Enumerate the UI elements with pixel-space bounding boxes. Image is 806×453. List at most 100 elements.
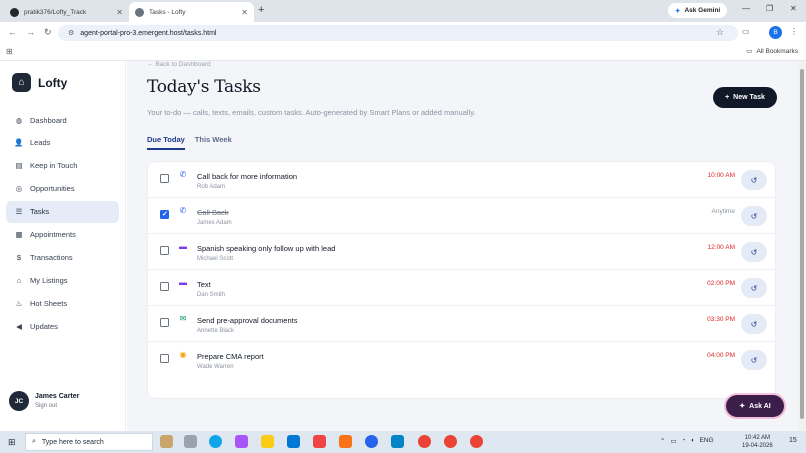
brand-logo[interactable]: ⌂ Lofty bbox=[12, 73, 67, 92]
sidebar-item-updates[interactable]: ◀ Updates bbox=[6, 315, 119, 337]
task-title[interactable]: Send pre-approval documents bbox=[197, 316, 297, 325]
sidebar-item-label: My Listings bbox=[30, 275, 68, 285]
sign-out-link[interactable]: Sign out bbox=[35, 403, 79, 409]
chat-icon: ▬ bbox=[179, 242, 187, 251]
search-icon: ⌕ bbox=[32, 438, 36, 445]
chevron-up-icon[interactable]: ⌃ bbox=[660, 437, 665, 445]
new-tab-icon[interactable]: + bbox=[258, 4, 264, 16]
sidebar-item-leads[interactable]: 👤 Leads bbox=[6, 132, 119, 154]
windows-start-icon[interactable]: ⊞ bbox=[8, 437, 16, 448]
snooze-icon[interactable]: ↺ bbox=[741, 206, 767, 226]
battery-icon[interactable]: ▭ bbox=[670, 437, 676, 445]
chat-icon: ▬ bbox=[179, 278, 187, 287]
task-title[interactable]: Spanish speaking only follow up with lea… bbox=[197, 244, 335, 253]
all-bookmarks-button[interactable]: ▭ All Bookmarks bbox=[746, 47, 798, 56]
snooze-icon[interactable]: ↺ bbox=[741, 350, 767, 370]
task-checkbox[interactable] bbox=[160, 282, 169, 291]
notification-badge[interactable]: 15 bbox=[789, 437, 797, 444]
new-task-button[interactable]: + New Task bbox=[713, 87, 777, 108]
page-scrollbar[interactable] bbox=[798, 61, 806, 431]
forward-icon[interactable]: → bbox=[26, 27, 35, 37]
language-indicator[interactable]: ENG bbox=[699, 437, 713, 445]
sidebar-item-transactions[interactable]: $ Transactions bbox=[6, 246, 119, 268]
menu-icon[interactable]: ⋮ bbox=[790, 27, 798, 36]
chrome-icon[interactable] bbox=[444, 435, 457, 448]
snooze-icon[interactable]: ↺ bbox=[741, 170, 767, 190]
bookmark-star-icon[interactable]: ☆ bbox=[716, 27, 724, 38]
back-to-dashboard-link[interactable]: ← Back to Dashboard bbox=[147, 61, 211, 68]
restore-icon[interactable]: ❐ bbox=[766, 4, 773, 13]
sidebar-item-appointments[interactable]: ▦ Appointments bbox=[6, 223, 119, 245]
brave-icon[interactable] bbox=[339, 435, 352, 448]
sidebar-item-tasks[interactable]: ☰ Tasks bbox=[6, 200, 119, 223]
file-explorer-icon[interactable] bbox=[261, 435, 274, 448]
task-title[interactable]: Text bbox=[197, 280, 211, 289]
minimize-icon[interactable]: — bbox=[742, 4, 750, 13]
avatar[interactable]: JC bbox=[9, 391, 29, 411]
back-icon[interactable]: ← bbox=[8, 27, 17, 37]
task-contact[interactable]: Annette Black bbox=[197, 328, 234, 334]
ask-gemini-button[interactable]: ✦ Ask Gemini bbox=[668, 3, 728, 18]
task-contact[interactable]: Wade Warren bbox=[197, 364, 234, 370]
phone-icon: ✆ bbox=[179, 206, 187, 215]
tab-due-today[interactable]: Due Today bbox=[147, 135, 185, 150]
zoom-icon[interactable] bbox=[365, 435, 378, 448]
sidebar-item-keep-in-touch[interactable]: ▤ Keep in Touch bbox=[6, 155, 119, 177]
sidebar-item-label: Updates bbox=[30, 321, 58, 331]
profile-avatar[interactable]: B bbox=[769, 26, 782, 39]
task-checkbox[interactable] bbox=[160, 210, 169, 219]
task-title[interactable]: Prepare CMA report bbox=[197, 352, 264, 361]
apps-grid-icon[interactable]: ⊞ bbox=[6, 47, 13, 56]
volume-icon[interactable]: ◖ bbox=[691, 437, 695, 445]
task-contact[interactable]: James Adam bbox=[197, 220, 232, 226]
books-widget-icon[interactable] bbox=[160, 435, 173, 448]
task-title[interactable]: Call Back bbox=[197, 208, 229, 217]
snooze-icon[interactable]: ↺ bbox=[741, 278, 767, 298]
tab-this-week[interactable]: This Week bbox=[195, 135, 232, 150]
vscode-icon[interactable] bbox=[391, 435, 404, 448]
scrollbar-thumb[interactable] bbox=[800, 69, 804, 419]
task-tabs: Due Today This Week bbox=[147, 135, 232, 150]
task-checkbox[interactable] bbox=[160, 174, 169, 183]
task-contact[interactable]: Michael Scott bbox=[197, 256, 233, 262]
task-due-time: 12:00 AM bbox=[707, 244, 735, 251]
browser-tab-github[interactable]: pratik376/Lofty_Track ✕ bbox=[4, 2, 129, 22]
task-checkbox[interactable] bbox=[160, 354, 169, 363]
close-tab-icon[interactable]: ✕ bbox=[116, 8, 123, 17]
window-close-icon[interactable]: ✕ bbox=[790, 4, 797, 13]
copilot-icon[interactable] bbox=[235, 435, 248, 448]
taskbar-clock[interactable]: 10:42 AM 19-04-2026 bbox=[742, 434, 773, 450]
sidebar-item-dashboard[interactable]: ◍ Dashboard bbox=[6, 109, 119, 131]
task-row: ✆ Call back for more information Rob Ada… bbox=[148, 162, 777, 198]
task-title[interactable]: Call back for more information bbox=[197, 172, 297, 181]
sidebar-item-opportunities[interactable]: ◎ Opportunities bbox=[6, 178, 119, 200]
sidebar-item-my-listings[interactable]: ⌂ My Listings bbox=[6, 269, 119, 291]
snooze-icon[interactable]: ↺ bbox=[741, 314, 767, 334]
address-bar[interactable]: ⚙ agent-portal-pro-3.emergent.host/tasks… bbox=[58, 25, 738, 41]
task-due-time: 02:00 PM bbox=[707, 280, 735, 287]
task-view-icon[interactable] bbox=[184, 435, 197, 448]
task-checkbox[interactable] bbox=[160, 318, 169, 327]
task-contact[interactable]: Dan Smith bbox=[197, 292, 225, 298]
chrome-icon[interactable] bbox=[418, 435, 431, 448]
reload-icon[interactable]: ↻ bbox=[44, 27, 52, 38]
chrome-icon[interactable] bbox=[470, 435, 483, 448]
task-contact[interactable]: Rob Adam bbox=[197, 184, 225, 190]
cast-icon[interactable]: ▭ bbox=[742, 27, 750, 36]
outlook-icon[interactable] bbox=[287, 435, 300, 448]
sidebar-item-label: Hot Sheets bbox=[30, 298, 68, 308]
edge-icon[interactable] bbox=[209, 435, 222, 448]
youtube-icon[interactable] bbox=[313, 435, 326, 448]
task-checkbox[interactable] bbox=[160, 246, 169, 255]
site-info-icon[interactable]: ⚙ bbox=[68, 29, 74, 37]
windows-taskbar: ⊞ ⌕ Type here to search ⌃ ▭ ◔ ◖ ENG 10:4… bbox=[0, 431, 806, 453]
browser-tab-tasks[interactable]: Tasks - Lofty ✕ bbox=[129, 2, 254, 22]
task-row: ✆ Call Back James Adam Anytime ↺ bbox=[148, 198, 777, 234]
sidebar-item-hot-sheets[interactable]: ♨ Hot Sheets bbox=[6, 292, 119, 314]
megaphone-icon: ◀ bbox=[16, 321, 22, 331]
snooze-icon[interactable]: ↺ bbox=[741, 242, 767, 262]
ask-ai-button[interactable]: ✦ Ask AI bbox=[726, 395, 784, 417]
wifi-icon[interactable]: ◔ bbox=[682, 437, 686, 445]
close-tab-icon[interactable]: ✕ bbox=[241, 8, 248, 17]
taskbar-search[interactable]: ⌕ Type here to search bbox=[25, 433, 153, 451]
